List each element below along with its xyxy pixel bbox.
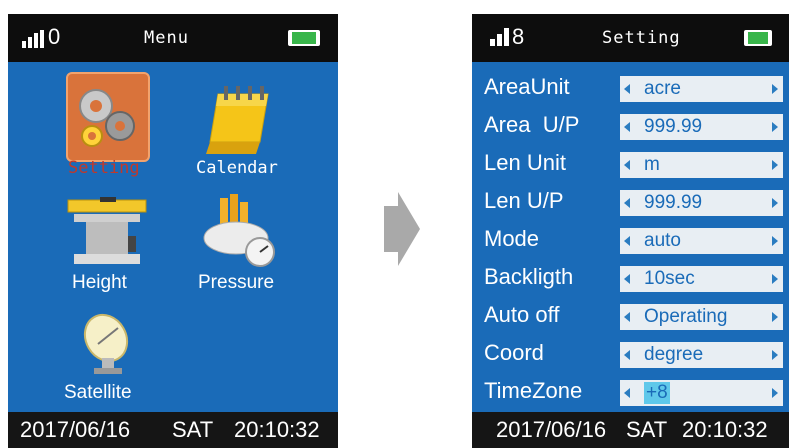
right-arrow-icon[interactable] <box>772 388 778 398</box>
pressure-gauge-icon <box>203 194 275 267</box>
signal-icon <box>22 30 44 48</box>
left-arrow-icon[interactable] <box>624 274 630 284</box>
menu-label-calendar: Calendar <box>196 158 278 178</box>
screen-title: Setting <box>602 28 681 48</box>
left-arrow-icon[interactable] <box>624 350 630 360</box>
right-arrow-icon[interactable] <box>772 198 778 208</box>
row-label-area-up: Area U/P <box>484 112 580 137</box>
menu-item-setting[interactable] <box>66 72 150 162</box>
menu-label-satellite: Satellite <box>64 382 132 403</box>
menu-item-pressure[interactable] <box>198 192 284 272</box>
row-label-backlight: Backligth <box>484 264 574 289</box>
right-arrow-icon[interactable] <box>772 122 778 132</box>
right-arrow-icon[interactable] <box>772 312 778 322</box>
mode-selector[interactable]: auto <box>620 228 783 254</box>
height-gauge-icon <box>67 197 147 264</box>
menu-item-calendar[interactable] <box>204 82 274 158</box>
left-arrow-icon[interactable] <box>624 160 630 170</box>
len-unit-selector[interactable]: m <box>620 152 783 178</box>
row-label-area-unit: AreaUnit <box>484 74 570 99</box>
len-up-selector[interactable]: 999.99 <box>620 190 783 216</box>
calendar-icon <box>206 86 269 154</box>
right-arrow-icon[interactable] <box>772 236 778 246</box>
right-arrow-icon[interactable] <box>772 84 778 94</box>
right-arrow-icon[interactable] <box>772 160 778 170</box>
area-up-selector[interactable]: 999.99 <box>620 114 783 140</box>
row-label-timezone: TimeZone <box>484 378 583 403</box>
screen-title: Menu <box>144 28 189 48</box>
day-text: SAT <box>172 417 214 442</box>
auto-off-selector[interactable]: Operating <box>620 304 783 330</box>
day-text: SAT <box>626 417 668 442</box>
setting-screen: 8 Setting AreaUnit acre Area U/P 999.99 … <box>472 14 789 448</box>
coord-selector[interactable]: degree <box>620 342 783 368</box>
left-arrow-icon[interactable] <box>624 236 630 246</box>
date-text: 2017/06/16 <box>20 417 131 442</box>
menu-screen: 0 Menu Setting Calendar Height Pressure … <box>8 14 338 448</box>
battery-icon <box>288 30 320 46</box>
row-label-len-unit: Len Unit <box>484 150 566 175</box>
backlight-selector[interactable]: 10sec <box>620 266 783 292</box>
status-bar-top: 8 Setting <box>472 14 789 62</box>
status-bar-top: 0 Menu <box>8 14 338 62</box>
satellite-dish-icon <box>83 313 129 374</box>
signal-count: 0 <box>48 24 61 49</box>
area-unit-selector[interactable]: acre <box>620 76 783 102</box>
timezone-selector[interactable]: +8 <box>620 380 783 406</box>
row-label-len-up: Len U/P <box>484 188 564 213</box>
status-bar-bottom: 2017/06/16 SAT 20:10:32 <box>8 412 338 448</box>
row-label-coord: Coord <box>484 340 544 365</box>
gears-icon <box>79 89 135 147</box>
status-bar-bottom: 2017/06/16 SAT 20:10:32 <box>472 412 789 448</box>
left-arrow-icon[interactable] <box>624 312 630 322</box>
battery-icon <box>744 30 772 46</box>
left-arrow-icon[interactable] <box>624 388 630 398</box>
menu-label-setting: Setting <box>68 158 140 178</box>
row-label-mode: Mode <box>484 226 540 251</box>
menu-label-height: Height <box>72 272 127 293</box>
left-arrow-icon[interactable] <box>624 122 630 132</box>
row-label-auto-off: Auto off <box>484 302 560 327</box>
menu-item-height[interactable] <box>64 194 150 268</box>
date-text: 2017/06/16 <box>496 417 607 442</box>
left-arrow-icon[interactable] <box>624 198 630 208</box>
arrow-right-icon <box>384 192 420 266</box>
signal-count: 8 <box>512 24 525 49</box>
signal-icon <box>490 28 512 46</box>
time-text: 20:10:32 <box>234 417 320 442</box>
right-arrow-icon[interactable] <box>772 274 778 284</box>
menu-label-pressure: Pressure <box>198 272 275 293</box>
time-text: 20:10:32 <box>682 417 768 442</box>
left-arrow-icon[interactable] <box>624 84 630 94</box>
menu-item-satellite[interactable] <box>76 310 140 376</box>
right-arrow-icon[interactable] <box>772 350 778 360</box>
